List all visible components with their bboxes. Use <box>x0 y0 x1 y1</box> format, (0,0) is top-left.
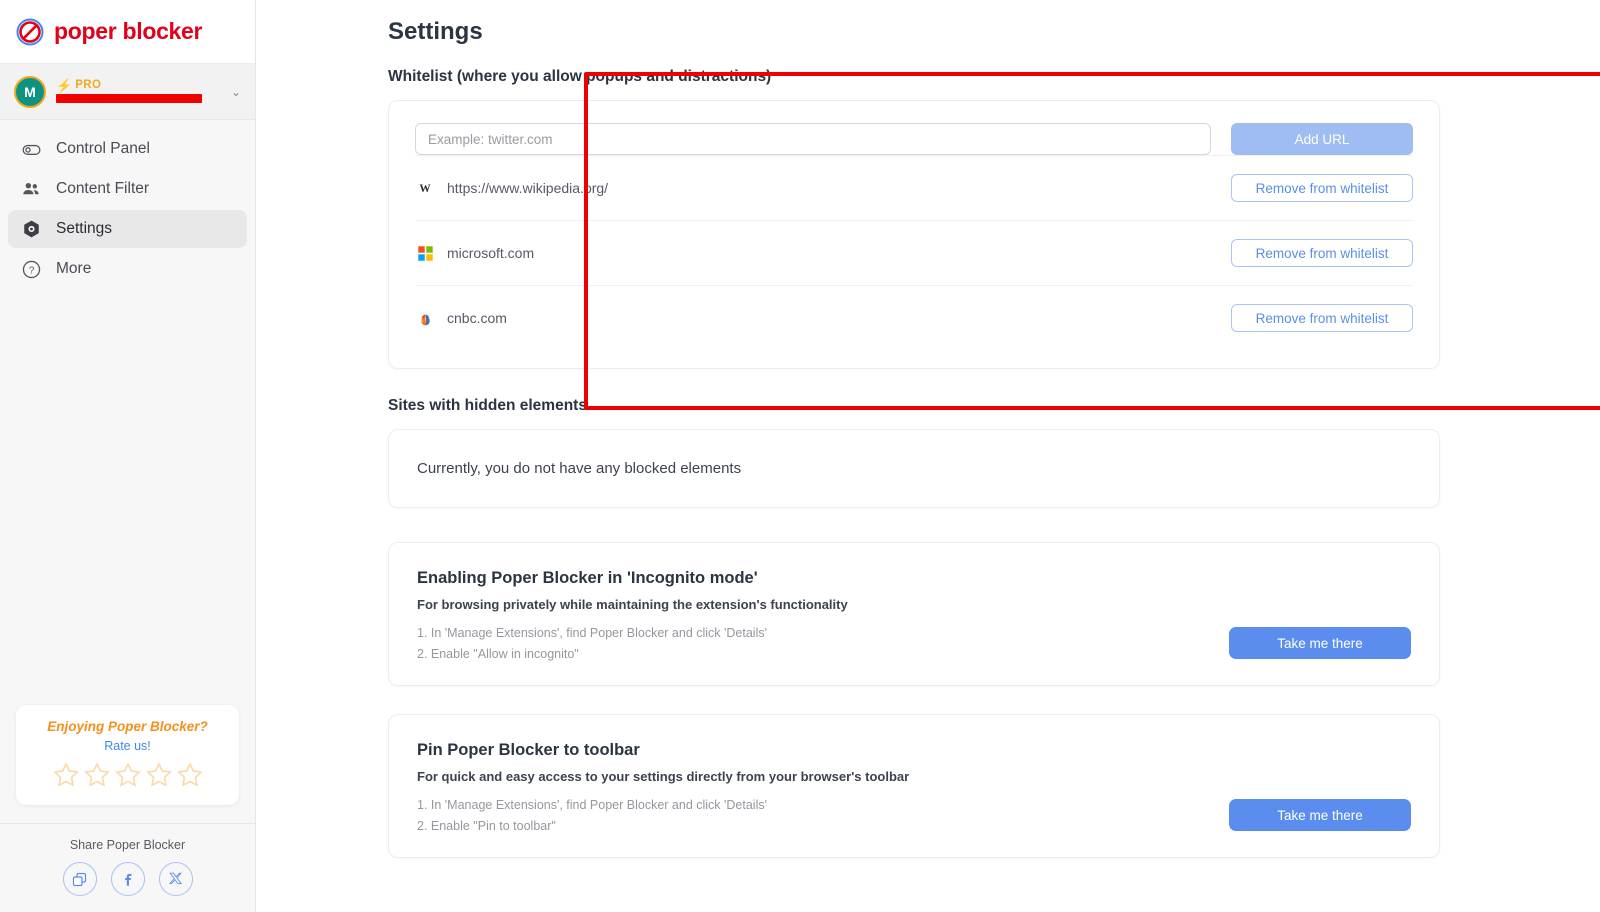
remove-from-whitelist-button[interactable]: Remove from whitelist <box>1231 174 1413 202</box>
whitelist-card: Add URL W https://www.wikipedia.org/ Rem… <box>388 100 1440 369</box>
whitelist-url-input[interactable] <box>415 123 1211 155</box>
table-row: cnbc.com Remove from whitelist <box>415 285 1413 350</box>
share-section: Share Poper Blocker <box>0 823 255 912</box>
brand-name: poper blocker <box>54 18 202 45</box>
star-outline-icon <box>114 761 142 789</box>
table-row: microsoft.com Remove from whitelist <box>415 220 1413 285</box>
whitelist-url: microsoft.com <box>447 245 1231 261</box>
hidden-elements-empty-message: Currently, you do not have any blocked e… <box>417 460 1411 477</box>
page-title: Settings <box>256 0 1600 46</box>
card-title: Enabling Poper Blocker in 'Incognito mod… <box>417 569 1411 588</box>
section-gap <box>388 508 1440 542</box>
whitelist-url: https://www.wikipedia.org/ <box>447 180 1231 196</box>
rate-us-link[interactable]: Rate us! <box>26 739 229 753</box>
share-buttons <box>0 862 255 896</box>
share-title: Share Poper Blocker <box>0 838 255 852</box>
wikipedia-favicon: W <box>415 178 435 198</box>
card-subtitle: For browsing privately while maintaining… <box>417 597 1411 612</box>
copy-icon <box>71 871 88 888</box>
whitelist-heading: Whitelist (where you allow popups and di… <box>388 68 1440 86</box>
incognito-card: Enabling Poper Blocker in 'Incognito mod… <box>388 542 1440 686</box>
x-twitter-icon <box>168 871 184 887</box>
sidebar-item-content-filter[interactable]: Content Filter <box>8 170 247 208</box>
remove-from-whitelist-button[interactable]: Remove from whitelist <box>1231 239 1413 267</box>
rate-card-title: Enjoying Poper Blocker? <box>26 719 229 734</box>
brand-header: poper blocker <box>0 0 255 64</box>
star-outline-icon <box>145 761 173 789</box>
take-me-there-button[interactable]: Take me there <box>1229 799 1411 831</box>
svg-text:W: W <box>419 183 431 195</box>
star-outline-icon <box>83 761 111 789</box>
plan-label: PRO <box>75 79 101 91</box>
sidebar-item-more[interactable]: ? More <box>8 250 247 288</box>
section-gap <box>388 369 1440 397</box>
hidden-elements-heading: Sites with hidden elements <box>388 397 1440 415</box>
microsoft-favicon <box>415 243 435 263</box>
add-url-button[interactable]: Add URL <box>1231 123 1413 155</box>
redaction-bar <box>56 94 202 103</box>
account-details: ⚡ PRO ... <box>56 79 221 105</box>
app-root: poper blocker M ⚡ PRO ... ⌄ <box>0 0 1600 912</box>
people-icon <box>20 178 42 200</box>
x-share-button[interactable] <box>159 862 193 896</box>
hidden-elements-card: Currently, you do not have any blocked e… <box>388 429 1440 508</box>
sidebar-item-label: Settings <box>56 220 112 238</box>
pro-badge: ⚡ PRO <box>56 79 221 92</box>
account-switcher[interactable]: M ⚡ PRO ... ⌄ <box>0 64 255 120</box>
pin-toolbar-card: Pin Poper Blocker to toolbar For quick a… <box>388 714 1440 858</box>
sidebar-item-settings[interactable]: Settings <box>8 210 247 248</box>
table-row: W https://www.wikipedia.org/ Remove from… <box>415 155 1413 220</box>
block-circle-icon <box>16 18 44 46</box>
card-title: Pin Poper Blocker to toolbar <box>417 741 1411 760</box>
sidebar-item-label: More <box>56 260 91 278</box>
sidebar-spacer <box>0 288 255 705</box>
copy-link-button[interactable] <box>63 862 97 896</box>
sidebar-nav: Control Panel Content Filter <box>0 120 255 288</box>
gear-hexagon-icon <box>20 218 42 240</box>
account-email: ... <box>56 93 216 105</box>
facebook-icon <box>119 870 137 888</box>
svg-text:?: ? <box>28 265 34 276</box>
chevron-down-icon[interactable]: ⌄ <box>231 85 241 99</box>
sidebar-item-control-panel[interactable]: Control Panel <box>8 130 247 168</box>
avatar: M <box>14 76 46 108</box>
whitelist-add-row: Add URL <box>415 123 1413 155</box>
whitelist-url: cnbc.com <box>447 310 1231 326</box>
settings-content: Whitelist (where you allow popups and di… <box>256 46 1600 858</box>
main-content: Settings Whitelist (where you allow popu… <box>256 0 1600 912</box>
facebook-share-button[interactable] <box>111 862 145 896</box>
sidebar-item-label: Control Panel <box>56 140 150 158</box>
sidebar-item-label: Content Filter <box>56 180 149 198</box>
bolt-icon: ⚡ <box>56 79 72 92</box>
star-outline-icon <box>176 761 204 789</box>
take-me-there-button[interactable]: Take me there <box>1229 627 1411 659</box>
star-rating[interactable] <box>26 761 229 789</box>
rate-us-card: Enjoying Poper Blocker? Rate us! <box>16 705 239 805</box>
cnbc-favicon <box>415 308 435 328</box>
question-circle-icon: ? <box>20 258 42 280</box>
toggle-icon <box>20 138 42 160</box>
sidebar: poper blocker M ⚡ PRO ... ⌄ <box>0 0 256 912</box>
star-outline-icon <box>52 761 80 789</box>
card-subtitle: For quick and easy access to your settin… <box>417 769 1411 784</box>
section-gap <box>388 686 1440 714</box>
remove-from-whitelist-button[interactable]: Remove from whitelist <box>1231 304 1413 332</box>
